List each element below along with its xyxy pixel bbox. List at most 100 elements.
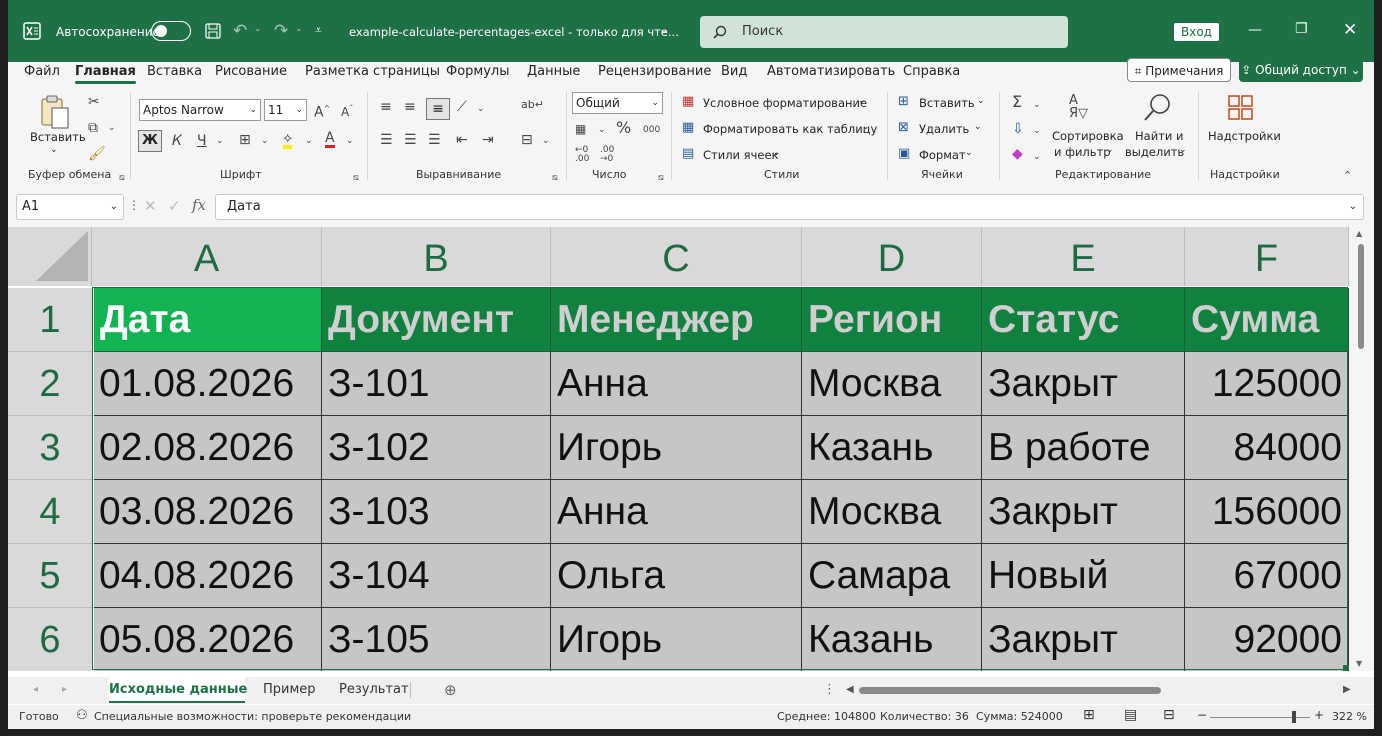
copy-dropdown-icon[interactable]: ⌄	[108, 120, 116, 136]
cell-b4[interactable]: З-103	[322, 480, 551, 544]
redo-dropdown-icon[interactable]: ⌄	[295, 24, 303, 34]
tab-review[interactable]: Рецензирование	[598, 64, 711, 79]
save-icon[interactable]	[205, 23, 221, 39]
cell-f3[interactable]: 84000	[1185, 416, 1349, 480]
find-select-dropdown-icon[interactable]: ⌄	[1179, 145, 1187, 155]
sort-filter-label-2[interactable]: и фильтр	[1054, 145, 1111, 159]
row-header-1[interactable]: 1	[8, 288, 92, 352]
cancel-entry-icon[interactable]: ✕	[144, 197, 157, 215]
sort-filter-label-1[interactable]: Сортировка	[1052, 129, 1124, 143]
add-sheet-icon[interactable]: ⊕	[444, 677, 457, 703]
cell-a5[interactable]: 04.08.2026	[94, 544, 322, 608]
percent-icon[interactable]: %	[616, 120, 631, 136]
decrease-font-icon[interactable]: Aˇ	[341, 101, 353, 120]
restore-icon[interactable]: ❐	[1295, 21, 1308, 37]
font-name-select[interactable]: Aptos Narrow ⌄	[139, 99, 261, 121]
copy-icon[interactable]: ⧉	[88, 120, 98, 136]
normal-view-icon[interactable]: ⊞	[1083, 707, 1095, 723]
delete-cells-dropdown-icon[interactable]: ⌄	[974, 122, 982, 132]
accessibility-status[interactable]: Специальные возможности: проверьте реком…	[94, 710, 411, 723]
close-icon[interactable]: ✕	[1343, 20, 1357, 40]
scroll-left-icon[interactable]: ◀	[846, 677, 854, 703]
tab-view[interactable]: Вид	[721, 64, 747, 79]
name-box[interactable]: A1 ⌄	[16, 194, 124, 220]
number-format-select[interactable]: Общий ⌄	[572, 92, 663, 114]
scroll-down-icon[interactable]: ▼	[1356, 659, 1362, 668]
format-painter-icon[interactable]: 🖌	[88, 146, 106, 162]
format-cells-icon[interactable]: ▣	[898, 146, 910, 162]
customize-qat-icon[interactable]: ⩡	[315, 23, 322, 38]
cell-f6[interactable]: 92000	[1185, 608, 1349, 671]
addins-button[interactable]: Надстройки	[1208, 129, 1281, 143]
fill-dropdown-icon[interactable]: ⌄	[1033, 123, 1041, 139]
cell-c3[interactable]: Игорь	[551, 416, 802, 480]
autosave-toggle[interactable]	[151, 21, 191, 41]
cell-f4[interactable]: 156000	[1185, 480, 1349, 544]
cell-d4[interactable]: Москва	[802, 480, 982, 544]
next-sheet-icon[interactable]: ▸	[62, 677, 67, 703]
cell-b5[interactable]: З-104	[322, 544, 551, 608]
undo-icon[interactable]: ↶	[233, 21, 247, 41]
format-table-dropdown-icon[interactable]: ⌄	[862, 122, 870, 132]
cell-e4[interactable]: Закрыт	[982, 480, 1185, 544]
cell-a4[interactable]: 03.08.2026	[94, 480, 322, 544]
tab-draw[interactable]: Рисование	[215, 64, 287, 79]
bold-button[interactable]: Ж	[138, 130, 162, 152]
prev-sheet-icon[interactable]: ◂	[33, 677, 38, 703]
tab-page-layout[interactable]: Разметка страницы	[305, 64, 440, 79]
format-cells-dropdown-icon[interactable]: ⌄	[965, 148, 973, 158]
scroll-right-icon[interactable]: ▶	[1343, 677, 1351, 703]
clear-dropdown-icon[interactable]: ⌄	[1033, 149, 1041, 165]
fill-color-dropdown-icon[interactable]: ⌄	[305, 133, 313, 149]
merge-center-icon[interactable]: ⊟	[521, 132, 533, 148]
tab-automate[interactable]: Автоматизировать	[767, 64, 895, 79]
formula-input[interactable]: Дата ⌄	[215, 194, 1364, 220]
cell-b3[interactable]: З-102	[322, 416, 551, 480]
addins-icon[interactable]	[1227, 94, 1255, 122]
wrap-text-icon[interactable]: ab↵	[521, 97, 544, 113]
search-box[interactable]: Поиск	[700, 16, 1068, 48]
confirm-entry-icon[interactable]: ✓	[168, 197, 181, 215]
insert-cells-button[interactable]: Вставить	[919, 96, 975, 110]
align-middle-icon[interactable]: ≡	[404, 99, 416, 115]
merge-dropdown-icon[interactable]: ⌄	[542, 133, 550, 149]
sum-status[interactable]: Сумма: 524000	[976, 710, 1063, 723]
cut-icon[interactable]: ✂	[88, 94, 100, 110]
zoom-out-icon[interactable]: −	[1197, 708, 1207, 722]
paste-icon[interactable]	[38, 94, 70, 130]
decrease-decimal-icon[interactable]: .00 →0	[600, 146, 614, 164]
cell-a1[interactable]: Дата	[94, 288, 322, 352]
orientation-icon[interactable]: ⟋	[457, 99, 467, 115]
borders-icon[interactable]: ⊞	[239, 132, 251, 148]
redo-icon[interactable]: ↷	[274, 21, 288, 41]
align-right-icon[interactable]: ☰	[428, 132, 441, 148]
cell-c2[interactable]: Анна	[551, 352, 802, 416]
sheet-tab-example[interactable]: Пример	[263, 677, 316, 703]
currency-dropdown-icon[interactable]: ⌄	[598, 122, 606, 138]
undo-dropdown-icon[interactable]: ⌄	[254, 24, 262, 34]
autosum-icon[interactable]: Σ	[1012, 94, 1022, 110]
sheet-tab-result[interactable]: Результат	[339, 677, 409, 703]
cell-c6[interactable]: Игорь	[551, 608, 802, 671]
underline-button[interactable]: Ч	[197, 133, 207, 149]
cell-b6[interactable]: З-105	[322, 608, 551, 671]
sheet-tab-source-data[interactable]: Исходные данные	[109, 677, 247, 703]
title-chevron-down-icon[interactable]: ⌄	[659, 22, 669, 36]
tab-help[interactable]: Справка	[903, 64, 960, 79]
align-bottom-icon[interactable]: ≡	[426, 98, 450, 120]
increase-decimal-icon[interactable]: ←0.00	[575, 146, 589, 164]
count-status[interactable]: Количество: 36	[880, 710, 969, 723]
fill-color-icon[interactable]: ⟡	[283, 131, 293, 149]
vertical-scrollbar[interactable]: ▲ ▼	[1349, 227, 1374, 671]
cell-styles-dropdown-icon[interactable]: ⌄	[773, 148, 781, 158]
cell-c1[interactable]: Менеджер	[551, 288, 802, 352]
align-left-icon[interactable]: ☰	[380, 132, 393, 148]
cell-b1[interactable]: Документ	[322, 288, 551, 352]
cell-d5[interactable]: Самара	[802, 544, 982, 608]
borders-dropdown-icon[interactable]: ⌄	[261, 133, 269, 149]
cell-e3[interactable]: В работе	[982, 416, 1185, 480]
vertical-scroll-thumb[interactable]	[1358, 244, 1364, 349]
cell-f5[interactable]: 67000	[1185, 544, 1349, 608]
cell-f1[interactable]: Сумма	[1185, 288, 1349, 352]
row-header-3[interactable]: 3	[8, 416, 92, 480]
